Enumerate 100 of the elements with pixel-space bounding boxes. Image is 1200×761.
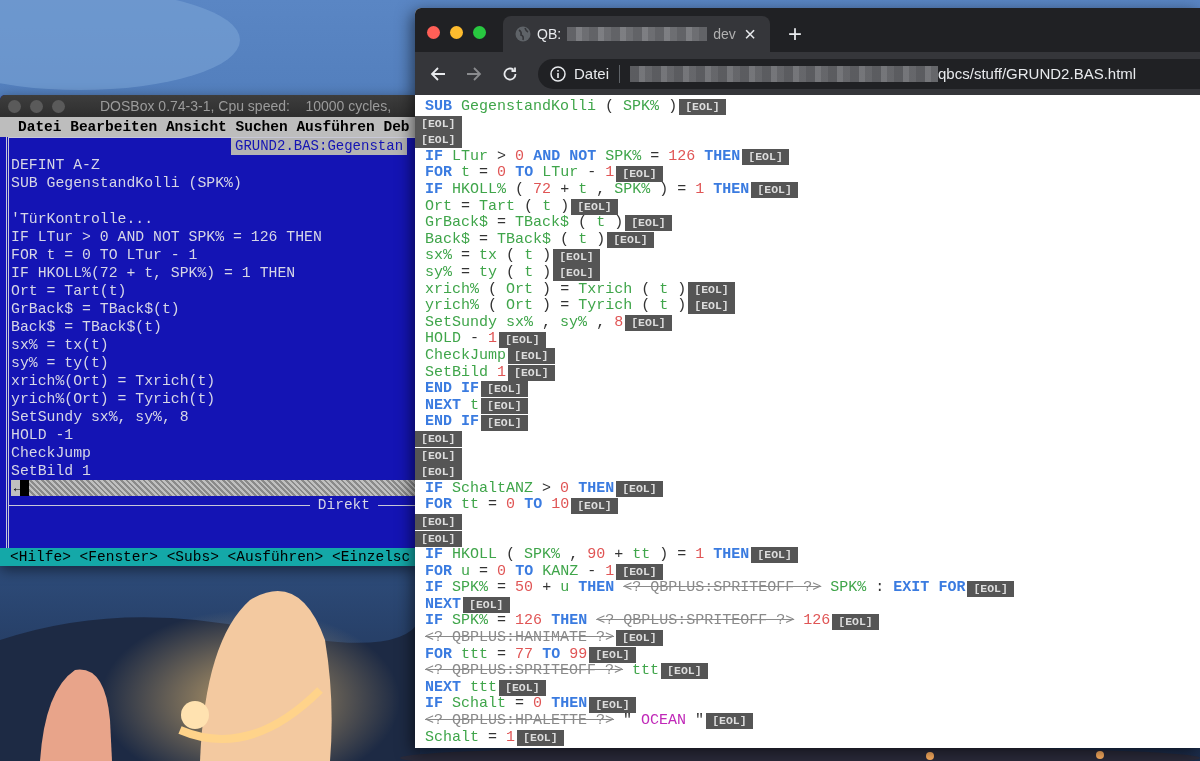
eol-marker: [EOL] [742,149,789,166]
eol-marker: [EOL] [415,431,462,448]
url-text: qbcs/stuff/GRUND2.BAS.html [938,65,1137,82]
code-line: SUB GegenstandKolli (SPK%) [11,174,243,192]
code-line: SUB GegenstandKolli ( SPK% ) [424,99,678,116]
code-line: SetBild 1 [424,364,507,382]
back-arrow-icon[interactable] [430,65,446,82]
code-line: xrich% ( Ort ) = Txrich ( t ) [424,281,687,298]
code-line: <? QBPLUS:HANIMATE ?> [424,630,615,647]
code-line: IF SchaltANZ > 0 THEN [424,480,615,498]
eol-marker: [EOL] [571,497,618,514]
eol-marker: [EOL] [415,447,462,464]
eol-marker: [EOL] [481,381,528,398]
code-line: Ort = Tart(t) [11,282,128,300]
shortcut-key[interactable]: <Subs> [166,549,219,565]
code-line: SetSundy sx% , sy% , 8 [424,314,624,332]
code-line: <? QBPLUS:SPRITEOFF ?> ttt [424,663,660,680]
menu-item[interactable]: Deb [383,119,410,135]
menu-item[interactable]: Bearbeiten [70,119,158,135]
code-line: IF LTur > 0 AND NOT SPK% = 126 THEN [11,228,323,246]
code-line: FOR u = 0 TO KANZ - 1 [424,563,615,581]
reload-icon[interactable] [502,65,518,82]
code-line: sx% = tx(t) [11,336,110,354]
eol-marker: [EOL] [481,398,528,414]
code-line: 'TürKontrolle... [11,210,155,228]
code-line: IF SPK% = 126 THEN <? QBPLUS:SPRITEOFF ?> 126 [424,613,831,630]
code-line: END IF [424,381,480,398]
zoom-icon[interactable] [473,26,486,39]
eol-marker: [EOL] [463,597,510,614]
eol-marker: [EOL] [415,464,462,481]
code-line: yrich%(Ort) = Tyrich(t) [11,390,217,408]
code-line: END IF [424,414,480,431]
code-line: Ort = Tart ( t ) [424,198,570,215]
eol-marker: [EOL] [625,315,672,331]
eol-marker: [EOL] [571,198,618,215]
eol-marker: [EOL] [616,630,663,647]
code-line: IF SPK% = 50 + u THEN <? QBPLUS:SPRITEOFF ?> SPK% : EXIT FOR [424,580,966,597]
code-line: yrich% ( Ort ) = Tyrich ( t ) [424,298,687,315]
code-line: GrBack$ = TBack$ ( t ) [424,215,624,232]
eol-marker: [EOL] [706,713,753,730]
eol-marker: [EOL] [481,414,528,431]
code-line: Back$ = TBack$(t) [11,318,163,336]
eol-marker: [EOL] [415,132,462,149]
eol-marker: [EOL] [616,480,663,497]
minimize-icon[interactable] [450,26,463,39]
code-line: IF LTur > 0 AND NOT SPK% = 126 THEN [424,148,741,166]
code-line: NEXT ttt [424,679,498,696]
address-bar[interactable]: Datei qbcs/stuff/GRUND2.BAS.html [538,58,1200,89]
code-line: sy% = ty ( t ) [424,264,552,282]
tab-title: dev [713,26,736,42]
eol-marker: [EOL] [967,580,1014,597]
window-title: DOSBox 0.74-3-1, Cpu speed: 10000 cycles, [100,98,392,114]
eol-marker: [EOL] [508,364,555,381]
eol-marker: [EOL] [688,281,735,298]
menu-item[interactable]: Suchen [235,119,288,135]
close-icon[interactable] [427,26,440,39]
menu-item[interactable]: Ansicht [165,119,227,135]
eol-marker: [EOL] [589,696,636,713]
eol-marker: [EOL] [625,215,672,232]
eol-marker: [EOL] [415,530,462,547]
code-line: IF Schalt = 0 THEN [424,696,588,713]
shortcut-key[interactable]: <Ausführen> [227,549,324,565]
close-tab-button[interactable]: × [744,24,756,44]
globe-icon [515,26,531,42]
eol-marker: [EOL] [661,663,708,680]
info-icon[interactable] [550,65,566,82]
eol-marker: [EOL] [415,115,462,132]
code-line: SetSundy sx%, sy%, 8 [11,408,190,426]
code-line: FOR ttt = 77 TO 99 [424,646,588,664]
shortcut-key[interactable]: <Einzelsc [331,549,411,565]
code-line: GrBack$ = TBack$(t) [11,300,181,318]
code-line: IF HKOLL% ( 72 + t , SPK% ) = 1 THEN [424,181,750,199]
pane-title: Direkt [317,497,370,513]
code-line: CheckJump [11,444,92,462]
eol-marker: [EOL] [751,182,798,199]
code-line: sx% = tx ( t ) [424,248,552,265]
eol-marker: [EOL] [751,547,798,564]
shortcut-key[interactable]: <Hilfe> [10,549,71,565]
eol-marker: [EOL] [415,514,462,531]
menu-item[interactable]: Ausführen [296,119,375,135]
browser-tab[interactable]: QB: dev × [503,16,770,52]
eol-marker: [EOL] [553,265,600,282]
code-line: Back$ = TBack$ ( t ) [424,231,606,248]
shortcut-key[interactable]: <Fenster> [79,549,158,565]
security-label: Datei [574,65,610,82]
code-line: HOLD - 1 [424,331,498,348]
code-line: NEXT t [424,397,480,415]
new-tab-button[interactable]: + [788,22,802,46]
code-line: IF HKOLL%(72 + t, SPK%) = 1 THEN [11,264,297,282]
code-line: HOLD -1 [11,426,75,444]
code-line: xrich%(Ort) = Txrich(t) [11,372,217,390]
eol-marker: [EOL] [616,563,663,580]
file-title: GRUND2.BAS:Gegenstan [231,138,408,155]
eol-marker: [EOL] [607,232,654,249]
eol-marker: [EOL] [553,248,600,265]
eol-marker: [EOL] [508,348,555,365]
menu-item[interactable]: Datei [18,119,62,135]
code-line: DEFINT A-Z [11,156,101,174]
eol-marker: [EOL] [499,331,546,348]
code-line: FOR t = 0 TO LTur - 1 [424,165,615,182]
